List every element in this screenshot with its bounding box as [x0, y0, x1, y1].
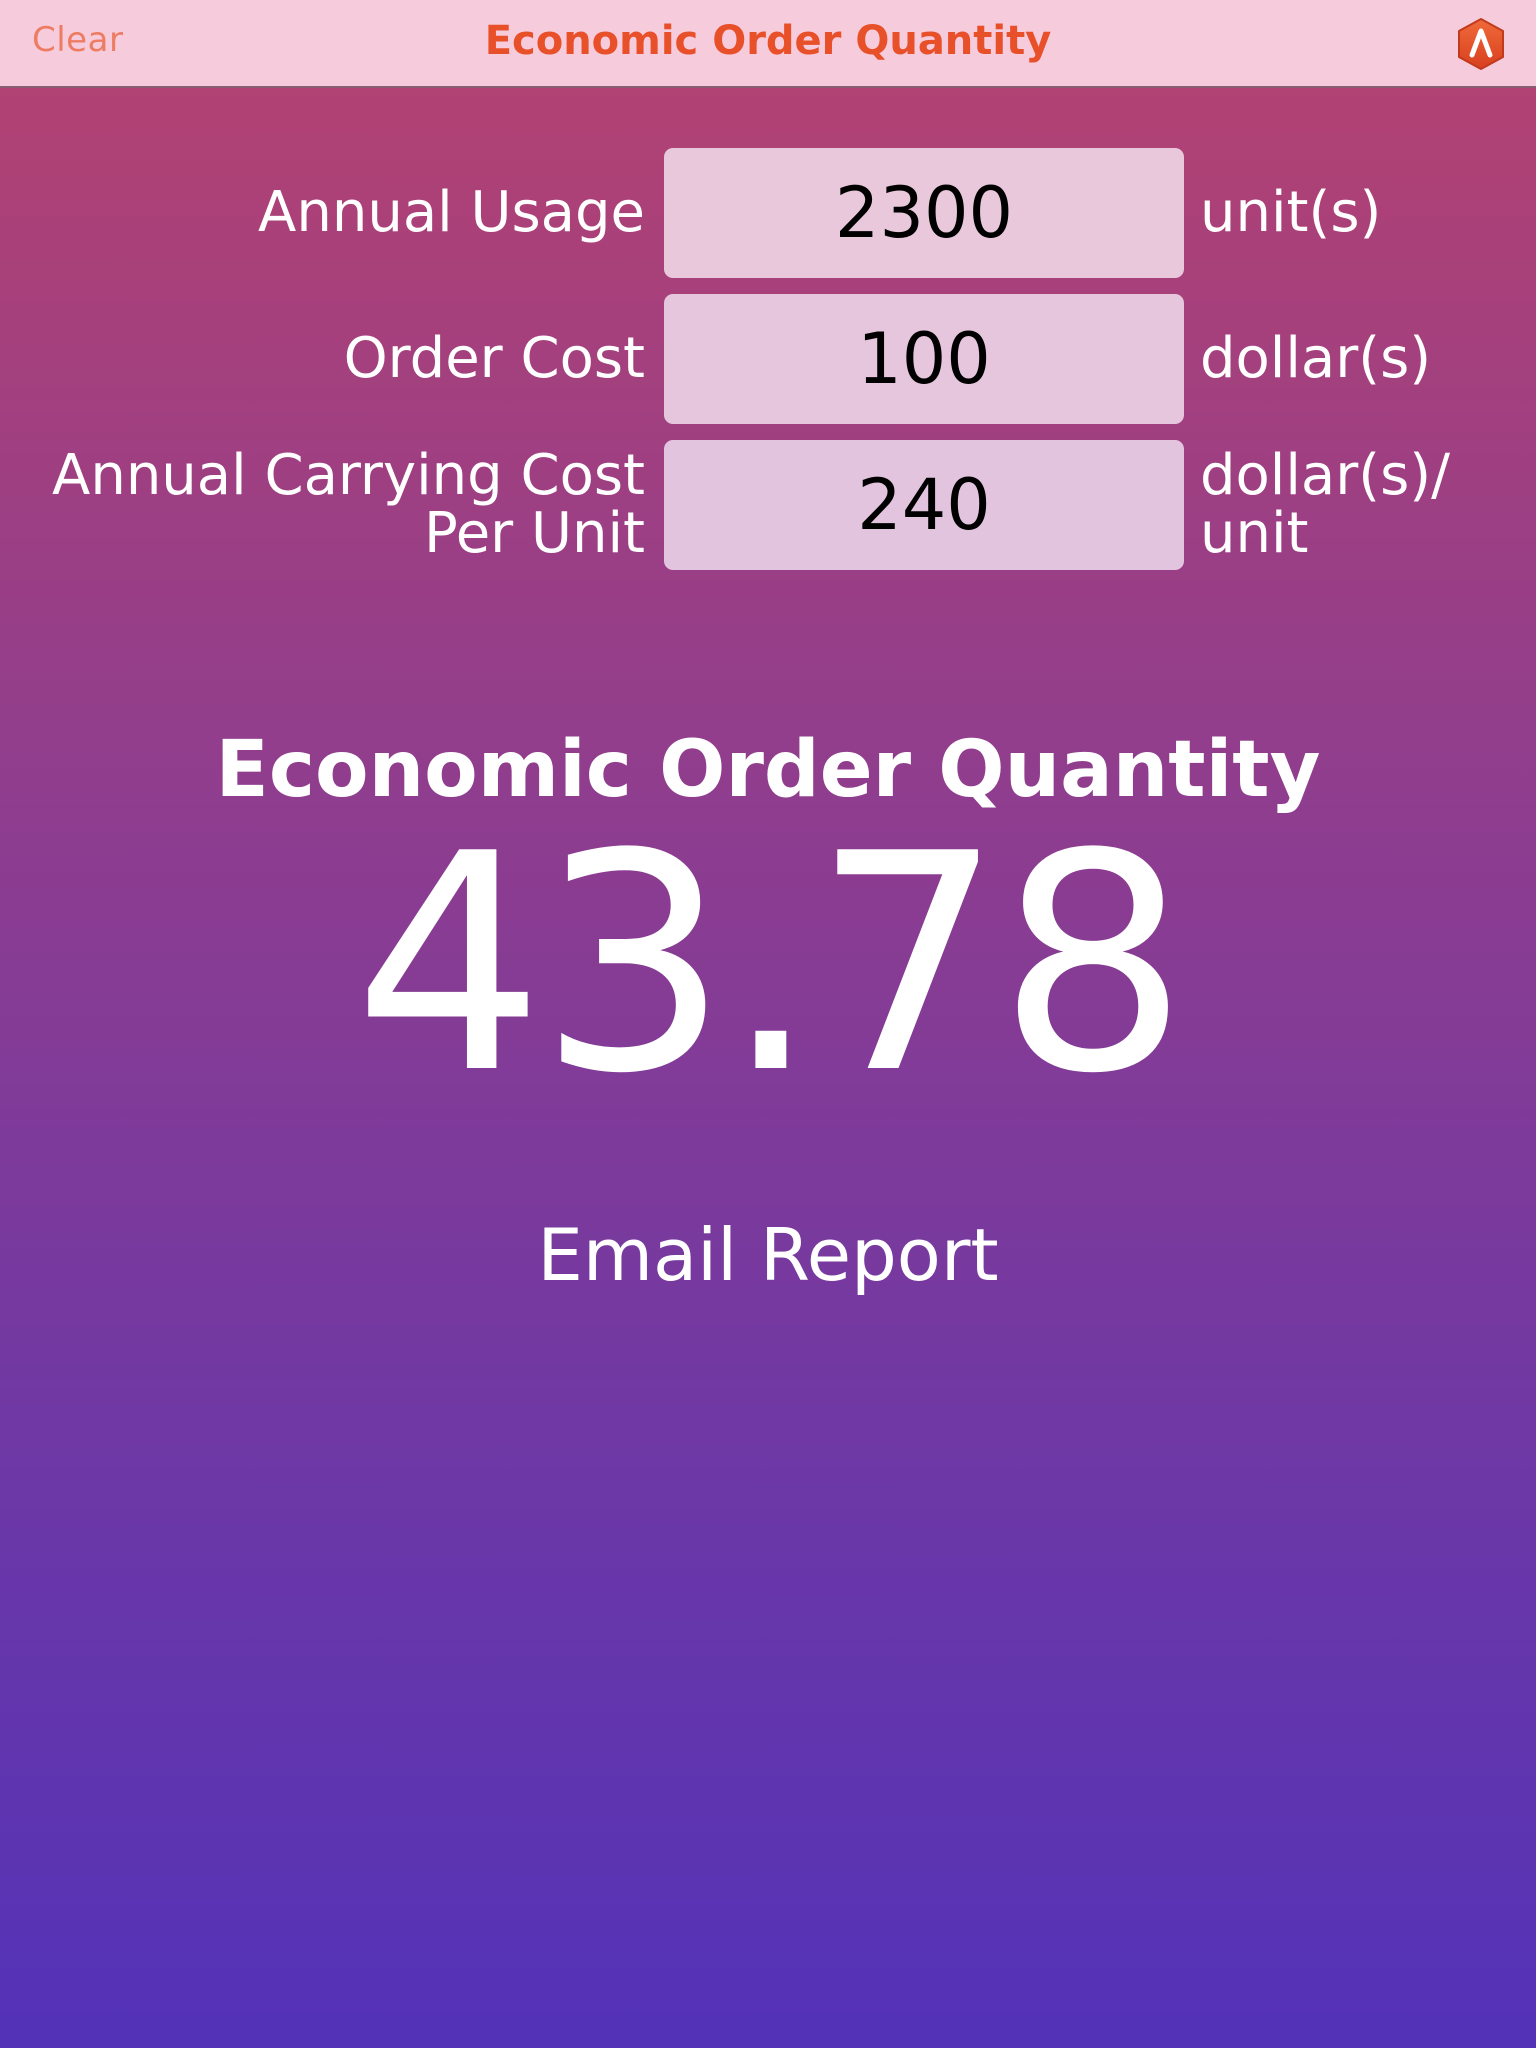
- annual-usage-label: Annual Usage: [45, 148, 645, 278]
- order-cost-label: Order Cost: [45, 294, 645, 424]
- carrying-cost-row: Annual Carrying Cost Per Unit dollar(s)/…: [0, 440, 1536, 570]
- hexagon-caret-logo-icon[interactable]: [1454, 17, 1508, 71]
- carrying-cost-input[interactable]: [664, 440, 1184, 570]
- order-cost-row: Order Cost dollar(s): [0, 294, 1536, 424]
- annual-usage-unit-text: unit(s): [1200, 180, 1382, 245]
- carrying-cost-label-line2: Per Unit: [423, 501, 645, 566]
- order-cost-input[interactable]: [664, 294, 1184, 424]
- carrying-cost-unit: dollar(s)/ unit: [1200, 440, 1520, 570]
- carrying-cost-unit-line1: dollar(s)/: [1200, 443, 1451, 508]
- order-cost-unit: dollar(s): [1200, 294, 1520, 424]
- carrying-cost-unit-line2: unit: [1200, 501, 1309, 566]
- annual-usage-row: Annual Usage unit(s): [0, 148, 1536, 278]
- email-report-button[interactable]: Email Report: [468, 1205, 1068, 1305]
- result-value: 43.78: [353, 790, 1189, 1139]
- order-cost-label-text: Order Cost: [343, 326, 645, 391]
- carrying-cost-label-line1: Annual Carrying Cost: [52, 443, 645, 508]
- carrying-cost-label: Annual Carrying Cost Per Unit: [45, 440, 645, 570]
- order-cost-unit-text: dollar(s): [1200, 326, 1432, 391]
- annual-usage-input[interactable]: [664, 148, 1184, 278]
- page-title: Economic Order Quantity: [484, 18, 1052, 64]
- annual-usage-unit: unit(s): [1200, 148, 1520, 278]
- navigation-bar: Clear Economic Order Quantity: [0, 0, 1536, 88]
- annual-usage-label-text: Annual Usage: [258, 180, 645, 245]
